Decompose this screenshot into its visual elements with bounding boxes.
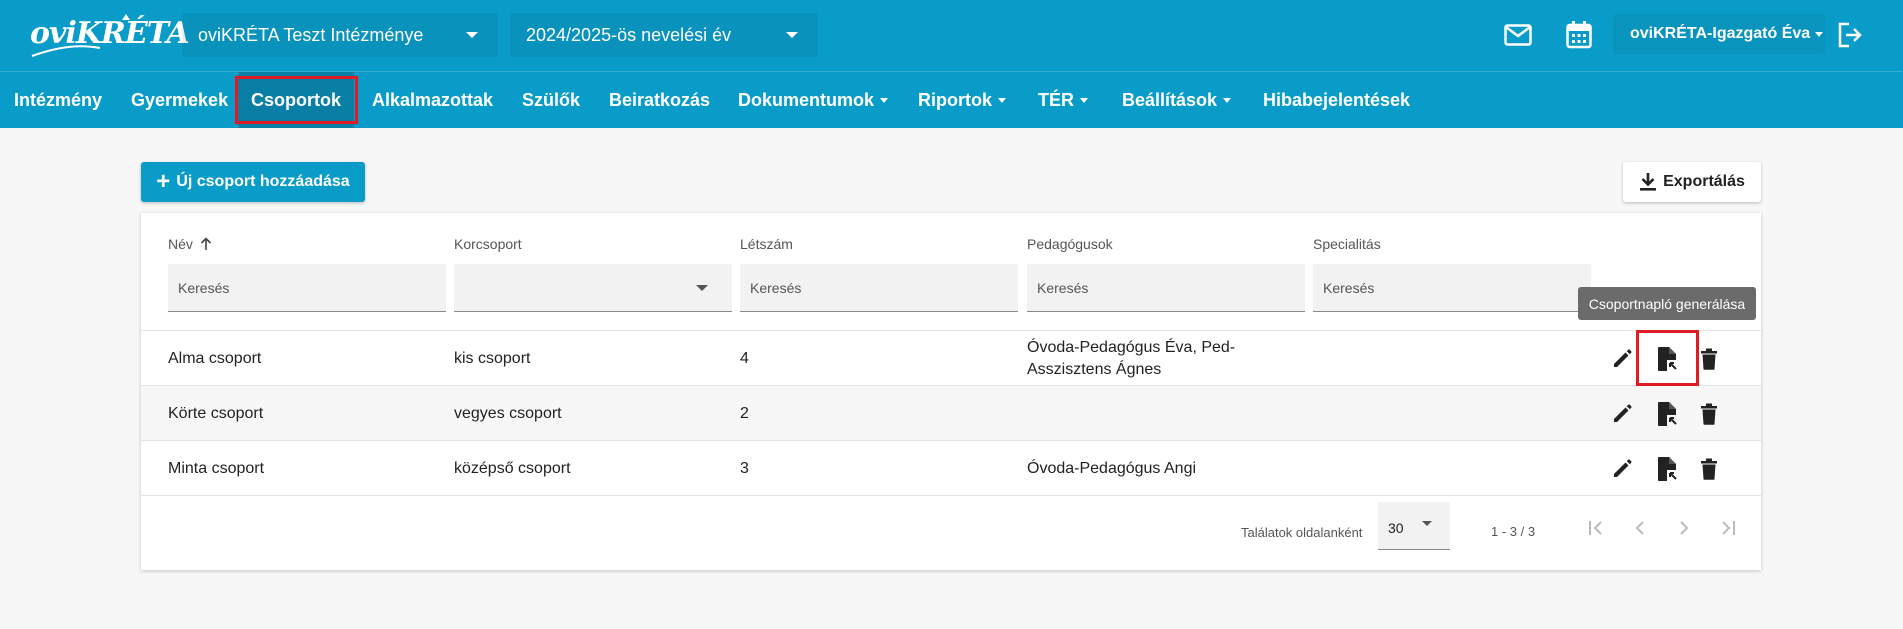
nav-item-riportok[interactable]: Riportok	[918, 72, 1006, 128]
sort-arrow-up-icon	[200, 237, 211, 250]
school-year-value: 2024/2025-ös nevelési év	[526, 24, 732, 45]
nav-item-gyermekek[interactable]: Gyermekek	[131, 72, 228, 128]
nav-item-dokumentumok[interactable]: Dokumentumok	[738, 72, 889, 128]
cell-teachers	[1027, 386, 1247, 441]
headcount-filter-input[interactable]: Keresés	[740, 264, 1018, 312]
generate-group-diary-icon[interactable]	[1654, 455, 1680, 483]
nav-item-alkalmazottak[interactable]: Alkalmazottak	[372, 72, 493, 128]
add-group-label: Új csoport hozzáadása	[176, 173, 350, 190]
teachers-filter-input[interactable]: Keresés	[1027, 264, 1305, 312]
cell-headcount: 4	[740, 349, 749, 367]
table-row[interactable]: Körte csoport vegyes csoport 2	[141, 385, 1761, 440]
cell-age-group: kis csoport	[454, 349, 531, 367]
specialty-filter-input[interactable]: Keresés	[1313, 264, 1591, 312]
chevron-down-icon	[998, 97, 1006, 103]
tooltip: Csoportnapló generálása	[1578, 287, 1756, 320]
cell-name: Minta csoport	[168, 459, 265, 477]
column-header-teachers[interactable]: Pedagógusok	[1027, 236, 1113, 252]
delete-icon[interactable]	[1696, 345, 1722, 373]
cell-name: Alma csoport	[168, 349, 262, 367]
age-group-filter-select[interactable]	[454, 264, 732, 312]
chevron-down-icon	[696, 285, 708, 291]
first-page-icon[interactable]	[1581, 513, 1611, 543]
highlight-frame	[1636, 330, 1699, 386]
export-label: Exportálás	[1663, 173, 1745, 190]
nav-item-szulok[interactable]: Szülők	[522, 72, 580, 128]
table-row[interactable]: Alma csoport kis csoport 4 Óvoda-Pedagóg…	[141, 330, 1761, 385]
nav-item-ter[interactable]: TÉR	[1038, 72, 1088, 128]
logout-icon[interactable]	[1833, 18, 1867, 52]
institution-value: oviKRÉTA Teszt Intézménye	[198, 24, 424, 45]
chevron-down-icon	[786, 32, 798, 38]
nav-item-beallitasok[interactable]: Beállítások	[1122, 72, 1232, 128]
download-icon	[1640, 173, 1657, 191]
nav-item-beiratkozas[interactable]: Beiratkozás	[609, 72, 710, 128]
app-logo[interactable]: oviKRÉTA	[30, 12, 190, 58]
per-page-label: Találatok oldalanként	[1241, 525, 1363, 540]
cell-teachers: Óvoda-Pedagógus Éva, Ped-Asszisztens Ágn…	[1027, 338, 1236, 378]
chevron-down-icon	[1815, 31, 1824, 37]
chevron-down-icon	[1422, 521, 1432, 526]
column-header-name[interactable]: Név	[168, 236, 213, 252]
groups-table: Név Korcsoport Létszám Pedagógusok Speci…	[141, 213, 1761, 570]
column-header-specialty[interactable]: Specialitás	[1313, 236, 1381, 252]
cell-age-group: vegyes csoport	[454, 404, 562, 422]
chevron-down-icon	[1080, 97, 1088, 103]
cell-name: Körte csoport	[168, 404, 264, 422]
previous-page-icon[interactable]	[1625, 513, 1655, 543]
highlight-frame	[235, 76, 358, 124]
edit-icon[interactable]	[1609, 345, 1635, 373]
generate-group-diary-icon[interactable]	[1654, 400, 1680, 428]
footer-divider	[141, 495, 1761, 496]
plus-icon: +	[156, 168, 171, 195]
export-button[interactable]: Exportálás	[1623, 162, 1761, 202]
cell-age-group: középső csoport	[454, 459, 571, 477]
last-page-icon[interactable]	[1713, 513, 1743, 543]
nav-item-hibabejelentesek[interactable]: Hibabejelentések	[1263, 72, 1410, 128]
chevron-down-icon	[466, 32, 478, 38]
nav-item-intezmeny[interactable]: Intézmény	[14, 72, 102, 128]
logo-text: oviKRÉTA	[30, 16, 190, 51]
top-bar: oviKRÉTA oviKRÉTA Teszt Intézménye 2024/…	[0, 0, 1903, 71]
cell-headcount: 3	[740, 459, 749, 477]
column-header-headcount[interactable]: Létszám	[740, 236, 793, 252]
page-range: 1 - 3 / 3	[1491, 524, 1536, 539]
user-name: oviKRÉTA-Igazgató Éva	[1630, 25, 1811, 42]
calendar-icon[interactable]	[1562, 18, 1596, 52]
column-header-age-group[interactable]: Korcsoport	[454, 236, 522, 252]
edit-icon[interactable]	[1609, 455, 1635, 483]
table-row[interactable]: Minta csoport középső csoport 3 Óvoda-Pe…	[141, 440, 1761, 495]
user-menu[interactable]: oviKRÉTA-Igazgató Éva	[1613, 14, 1825, 54]
add-group-button[interactable]: + Új csoport hozzáadása	[141, 162, 365, 202]
next-page-icon[interactable]	[1669, 513, 1699, 543]
edit-icon[interactable]	[1609, 400, 1635, 428]
delete-icon[interactable]	[1696, 455, 1722, 483]
cell-headcount: 2	[740, 404, 749, 422]
per-page-value: 30	[1388, 520, 1404, 536]
cell-teachers: Óvoda-Pedagógus Angi	[1027, 459, 1197, 477]
name-filter-input[interactable]: Keresés	[168, 264, 446, 312]
delete-icon[interactable]	[1696, 400, 1722, 428]
chevron-down-icon	[880, 97, 889, 103]
chevron-down-icon	[1223, 97, 1232, 103]
mail-icon[interactable]	[1501, 18, 1535, 52]
school-year-select[interactable]: 2024/2025-ös nevelési év	[510, 13, 818, 57]
institution-select[interactable]: oviKRÉTA Teszt Intézménye	[182, 13, 498, 57]
per-page-select[interactable]: 30	[1378, 502, 1450, 550]
